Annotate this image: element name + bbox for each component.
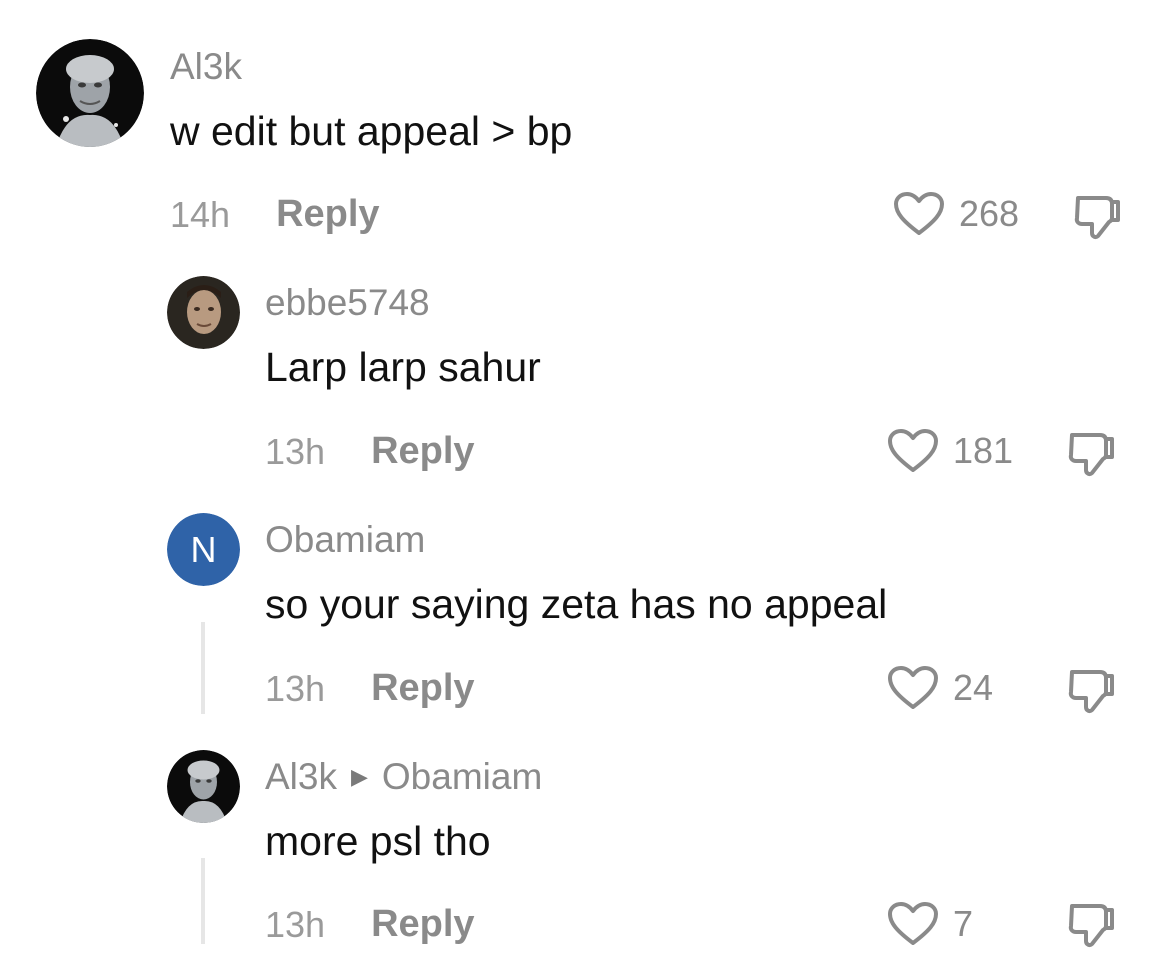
username[interactable]: Al3k [170, 46, 242, 88]
avatar[interactable] [167, 276, 240, 349]
timestamp: 13h [265, 430, 326, 472]
comment-text: more psl tho [265, 818, 491, 864]
heart-icon [888, 429, 938, 472]
username-label[interactable]: Al3k [170, 46, 242, 88]
comment-text: w edit but appeal > bp [170, 108, 573, 154]
face-photo-avatar-icon [167, 276, 240, 349]
dislike-button[interactable] [1066, 429, 1118, 482]
thumbs-down-icon [1068, 904, 1114, 947]
thumbs-down-icon [1068, 670, 1114, 713]
thumbs-down-icon [1068, 433, 1114, 476]
like-button[interactable]: 7 [887, 901, 973, 947]
thread-line [201, 622, 205, 714]
username-label[interactable]: Obamiam [265, 519, 425, 561]
reply-to-username[interactable]: Obamiam [382, 756, 542, 798]
like-count: 268 [959, 193, 1020, 234]
reply-button[interactable]: Reply [276, 193, 379, 236]
comment-meta: 13h Reply [265, 430, 475, 473]
heart-icon [888, 902, 938, 945]
comment-meta: 13h Reply [265, 903, 475, 946]
reply-arrow-icon: ▶ [350, 764, 368, 789]
comment-text: so your saying zeta has no appeal [265, 581, 888, 627]
like-count: 7 [953, 903, 974, 944]
avatar-letter: N [191, 529, 217, 570]
timestamp: 13h [265, 903, 326, 945]
timestamp: 14h [170, 193, 231, 235]
dislike-button[interactable] [1066, 900, 1118, 953]
like-button[interactable]: 181 [887, 428, 1013, 474]
timestamp: 13h [265, 667, 326, 709]
username[interactable]: Al3k ▶ Obamiam [265, 756, 542, 798]
reply-button[interactable]: Reply [371, 903, 474, 946]
comment-meta: 13h Reply [265, 667, 475, 710]
like-button[interactable]: 24 [887, 665, 993, 711]
like-count: 24 [953, 667, 994, 708]
username-label[interactable]: Al3k [265, 756, 337, 798]
like-count: 181 [953, 430, 1014, 471]
silver-statue-avatar-icon [36, 39, 144, 147]
thumbs-down-icon [1074, 196, 1120, 239]
comment-meta: 14h Reply [170, 193, 380, 236]
like-button[interactable]: 268 [893, 191, 1019, 237]
heart-icon [894, 192, 944, 235]
avatar[interactable] [36, 39, 144, 147]
reply-button[interactable]: Reply [371, 667, 474, 710]
username-label[interactable]: ebbe5748 [265, 282, 430, 324]
avatar[interactable]: N [167, 513, 240, 586]
heart-icon [888, 666, 938, 709]
silver-statue-avatar-icon [167, 750, 240, 823]
username[interactable]: ebbe5748 [265, 282, 430, 324]
reply-button[interactable]: Reply [371, 430, 474, 473]
username[interactable]: Obamiam [265, 519, 425, 561]
thread-line [201, 858, 205, 944]
dislike-button[interactable] [1072, 192, 1124, 245]
avatar[interactable] [167, 750, 240, 823]
letter-avatar-icon: N [167, 513, 240, 586]
comment-text: Larp larp sahur [265, 344, 541, 390]
dislike-button[interactable] [1066, 666, 1118, 719]
